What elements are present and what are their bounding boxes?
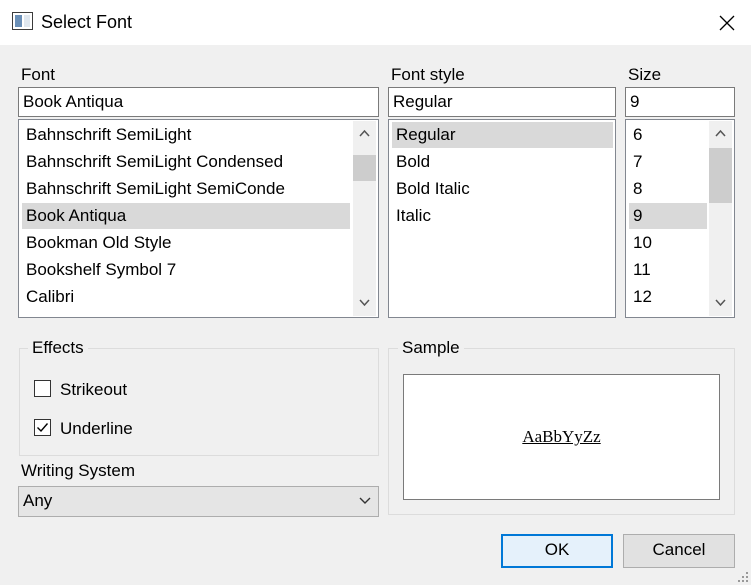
list-item[interactable]: Bahnschrift SemiLight SemiConde [22,176,350,202]
scroll-up-icon[interactable] [715,129,726,137]
list-item[interactable]: 12 [629,284,707,310]
sample-text: AaBbYyZz [522,427,601,446]
close-icon [719,15,735,31]
font-style-input[interactable]: Regular [388,87,616,117]
scroll-down-icon[interactable] [359,299,370,307]
checkmark-icon [37,423,49,433]
list-item[interactable]: 6 [629,122,707,148]
font-list[interactable]: Bahnschrift SemiLight Bahnschrift SemiLi… [18,119,379,318]
writing-system-select[interactable]: Any [18,486,379,517]
list-item[interactable]: Bahnschrift SemiLight [22,122,350,148]
scroll-thumb[interactable] [709,148,732,203]
effects-title: Effects [28,338,88,358]
app-window-icon [12,12,33,30]
list-item-selected[interactable]: Regular [392,122,613,148]
scroll-down-icon[interactable] [715,299,726,307]
strikeout-checkbox[interactable] [34,380,51,397]
font-style-list[interactable]: Regular Bold Bold Italic Italic [388,119,616,318]
list-item[interactable]: Bahnschrift SemiLight Condensed [22,149,350,175]
list-item[interactable]: Bookman Old Style [22,230,350,256]
list-item[interactable]: Bold [392,149,613,175]
window-title: Select Font [41,12,133,32]
size-list[interactable]: 6 7 8 9 10 11 12 [625,119,735,318]
size-label: Size [628,65,662,84]
size-list-scrollbar[interactable] [709,121,732,316]
font-name-input[interactable]: Book Antiqua [18,87,379,117]
list-item[interactable]: 8 [629,176,707,202]
chevron-down-icon [359,497,371,504]
strikeout-label[interactable]: Strikeout [60,380,127,400]
sample-title: Sample [398,338,464,358]
list-item[interactable]: Bold Italic [392,176,613,202]
font-label: Font [21,65,56,84]
effects-group [19,348,379,456]
title-bar: Select Font [0,0,751,45]
font-list-scrollbar[interactable] [353,121,376,316]
list-item[interactable]: Italic [392,203,613,229]
scroll-up-icon[interactable] [359,129,370,137]
list-item-selected[interactable]: Book Antiqua [22,203,350,229]
ok-button[interactable]: OK [501,534,613,568]
underline-checkbox[interactable] [34,419,51,436]
list-item[interactable]: Bookshelf Symbol 7 [22,257,350,283]
scroll-thumb[interactable] [353,155,376,181]
font-style-label: Font style [391,65,465,84]
list-item[interactable]: 10 [629,230,707,256]
close-button[interactable] [706,3,748,43]
resize-grip-icon[interactable] [737,571,749,583]
list-item[interactable]: Calibri [22,284,350,310]
list-item-selected[interactable]: 9 [629,203,707,229]
list-item[interactable]: 11 [629,257,707,283]
underline-label[interactable]: Underline [60,419,133,439]
size-input[interactable]: 9 [625,87,735,117]
writing-system-value: Any [23,491,53,510]
cancel-button[interactable]: Cancel [623,534,735,568]
writing-system-label: Writing System [21,461,135,480]
sample-preview: AaBbYyZz [403,374,720,500]
list-item[interactable]: 7 [629,149,707,175]
